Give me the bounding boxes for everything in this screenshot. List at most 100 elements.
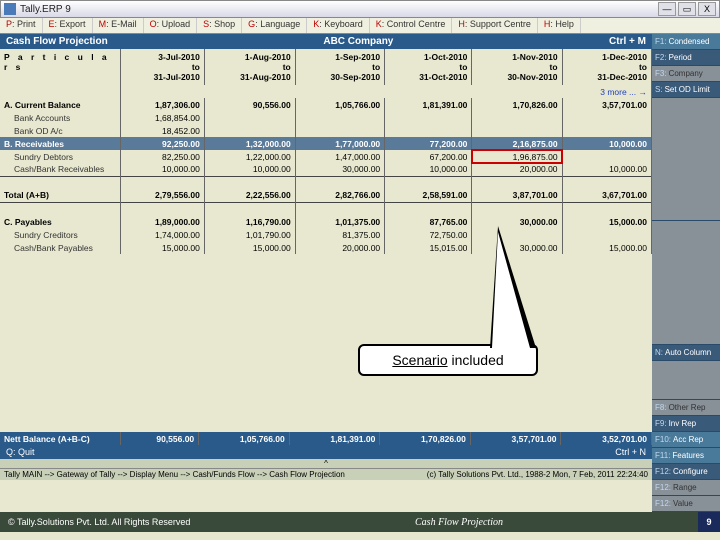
cell: 15,000.00 <box>120 241 204 254</box>
minimize-button[interactable]: — <box>658 2 676 16</box>
menu-help[interactable]: H: Help <box>538 18 581 33</box>
cell <box>562 150 651 163</box>
cell: 82,250.00 <box>120 150 204 163</box>
row-label: A. Current Balance <box>0 98 120 111</box>
row-label: Cash/Bank Receivables <box>0 163 120 176</box>
more-link[interactable]: 3 more ... → <box>120 85 652 98</box>
cell: 87,765.00 <box>385 215 472 228</box>
nett-cell: 90,556.00 <box>120 432 199 445</box>
row-label <box>0 202 120 215</box>
cell <box>385 202 472 215</box>
side-features[interactable]: F11:Features <box>652 448 720 464</box>
cell: 10,000.00 <box>120 163 204 176</box>
side-configure[interactable]: F12:Configure <box>652 464 720 480</box>
menu-export[interactable]: E: Export <box>43 18 93 33</box>
side-range[interactable]: F12:Range <box>652 480 720 496</box>
footer-title: Cash Flow Projection <box>220 517 698 528</box>
side-set-od-limit[interactable]: S:Set OD Limit <box>652 82 720 98</box>
nett-cell: 3,57,701.00 <box>470 432 561 445</box>
cell <box>562 111 651 124</box>
row-label: Bank Accounts <box>0 111 120 124</box>
side-condensed[interactable]: F1:Condensed <box>652 34 720 50</box>
menu-print[interactable]: P: Print <box>0 18 43 33</box>
cell <box>562 176 651 189</box>
cell: 10,000.00 <box>204 163 295 176</box>
breadcrumb: Tally MAIN --> Gateway of Tally --> Disp… <box>4 470 345 479</box>
row-label: Sundry Creditors <box>0 228 120 241</box>
projection-table: P a r t i c u l a r s3-Jul-2010to31-Jul-… <box>0 49 652 254</box>
particulars-header: P a r t i c u l a r s <box>0 49 120 85</box>
period-header: 1-Oct-2010to31-Oct-2010 <box>385 49 472 85</box>
nett-cell: 3,52,701.00 <box>561 432 652 445</box>
cell: 20,000.00 <box>295 241 384 254</box>
cell <box>295 111 384 124</box>
menu-upload[interactable]: O: Upload <box>144 18 198 33</box>
cell <box>120 202 204 215</box>
close-button[interactable]: X <box>698 2 716 16</box>
menu-language[interactable]: G: Language <box>242 18 307 33</box>
nett-cell: 1,05,766.00 <box>199 432 290 445</box>
cell <box>472 176 562 189</box>
side-acc-rep[interactable]: F10:Acc Rep <box>652 432 720 448</box>
nav-strip: Tally MAIN --> Gateway of Tally --> Disp… <box>0 468 652 480</box>
ctrl-n-hint: Ctrl + N <box>615 447 646 457</box>
cell: 1,81,391.00 <box>385 98 472 111</box>
cell <box>385 124 472 137</box>
cell: 1,01,790.00 <box>204 228 295 241</box>
cell: 3,67,701.00 <box>562 189 651 202</box>
cell: 20,000.00 <box>472 163 562 176</box>
period-header: 1-Aug-2010to31-Aug-2010 <box>204 49 295 85</box>
side-company[interactable]: F3:Company <box>652 66 720 82</box>
main-panel: Cash Flow Projection ABC Company Ctrl + … <box>0 34 652 512</box>
cell: 2,82,766.00 <box>295 189 384 202</box>
cell: 1,32,000.00 <box>204 137 295 150</box>
menu-shop[interactable]: S: Shop <box>197 18 242 33</box>
cell <box>204 176 295 189</box>
period-header: 3-Jul-2010to31-Jul-2010 <box>120 49 204 85</box>
cell: 1,16,790.00 <box>204 215 295 228</box>
cell: 1,96,875.00 <box>472 150 562 163</box>
side-value[interactable]: F12:Value <box>652 496 720 512</box>
side-other-rep[interactable]: F8:Other Rep <box>652 400 720 416</box>
cell <box>472 202 562 215</box>
callout-annotation: Scenario included <box>358 344 538 376</box>
row-label: B. Receivables <box>0 137 120 150</box>
menu-keyboard[interactable]: K: Keyboard <box>307 18 370 33</box>
slide-footer: © Tally.Solutions Pvt. Ltd. All Rights R… <box>0 512 720 532</box>
cell: 1,77,000.00 <box>295 137 384 150</box>
cell: 2,79,556.00 <box>120 189 204 202</box>
cell: 2,16,875.00 <box>472 137 562 150</box>
side-inv-rep[interactable]: F9:Inv Rep <box>652 416 720 432</box>
cell: 1,87,306.00 <box>120 98 204 111</box>
cell: 1,74,000.00 <box>120 228 204 241</box>
period-header: 1-Dec-2010to31-Dec-2010 <box>562 49 651 85</box>
cell: 1,68,854.00 <box>120 111 204 124</box>
cell: 67,200.00 <box>385 150 472 163</box>
side-spacer <box>652 221 720 344</box>
cell: 10,000.00 <box>562 163 651 176</box>
page-number: 9 <box>698 512 720 532</box>
maximize-button[interactable]: ▭ <box>678 2 696 16</box>
cell <box>472 124 562 137</box>
cell: 2,58,591.00 <box>385 189 472 202</box>
quit-button[interactable]: Q: Quit <box>6 447 35 457</box>
menu-bar: P: PrintE: ExportM: E-MailO: UploadS: Sh… <box>0 18 720 34</box>
cell: 18,452.00 <box>120 124 204 137</box>
expand-indicator[interactable]: ^ <box>0 459 652 468</box>
cell <box>120 176 204 189</box>
cell: 1,70,826.00 <box>472 98 562 111</box>
menu-controlcentre[interactable]: K: Control Centre <box>370 18 453 33</box>
row-label <box>0 176 120 189</box>
cell: 77,200.00 <box>385 137 472 150</box>
window-title-bar: Tally.ERP 9 — ▭ X <box>0 0 720 18</box>
sidebar: F1:CondensedF2:PeriodF3:CompanyS:Set OD … <box>652 34 720 512</box>
side-spacer <box>652 361 720 400</box>
side-auto-column[interactable]: N:Auto Column <box>652 345 720 361</box>
cell: 30,000.00 <box>295 163 384 176</box>
footer-copyright: © Tally.Solutions Pvt. Ltd. All Rights R… <box>0 517 220 527</box>
menu-supportcentre[interactable]: H: Support Centre <box>452 18 538 33</box>
menu-e-mail[interactable]: M: E-Mail <box>93 18 144 33</box>
side-period[interactable]: F2:Period <box>652 50 720 66</box>
cell <box>385 176 472 189</box>
period-header: 1-Nov-2010to30-Nov-2010 <box>472 49 562 85</box>
